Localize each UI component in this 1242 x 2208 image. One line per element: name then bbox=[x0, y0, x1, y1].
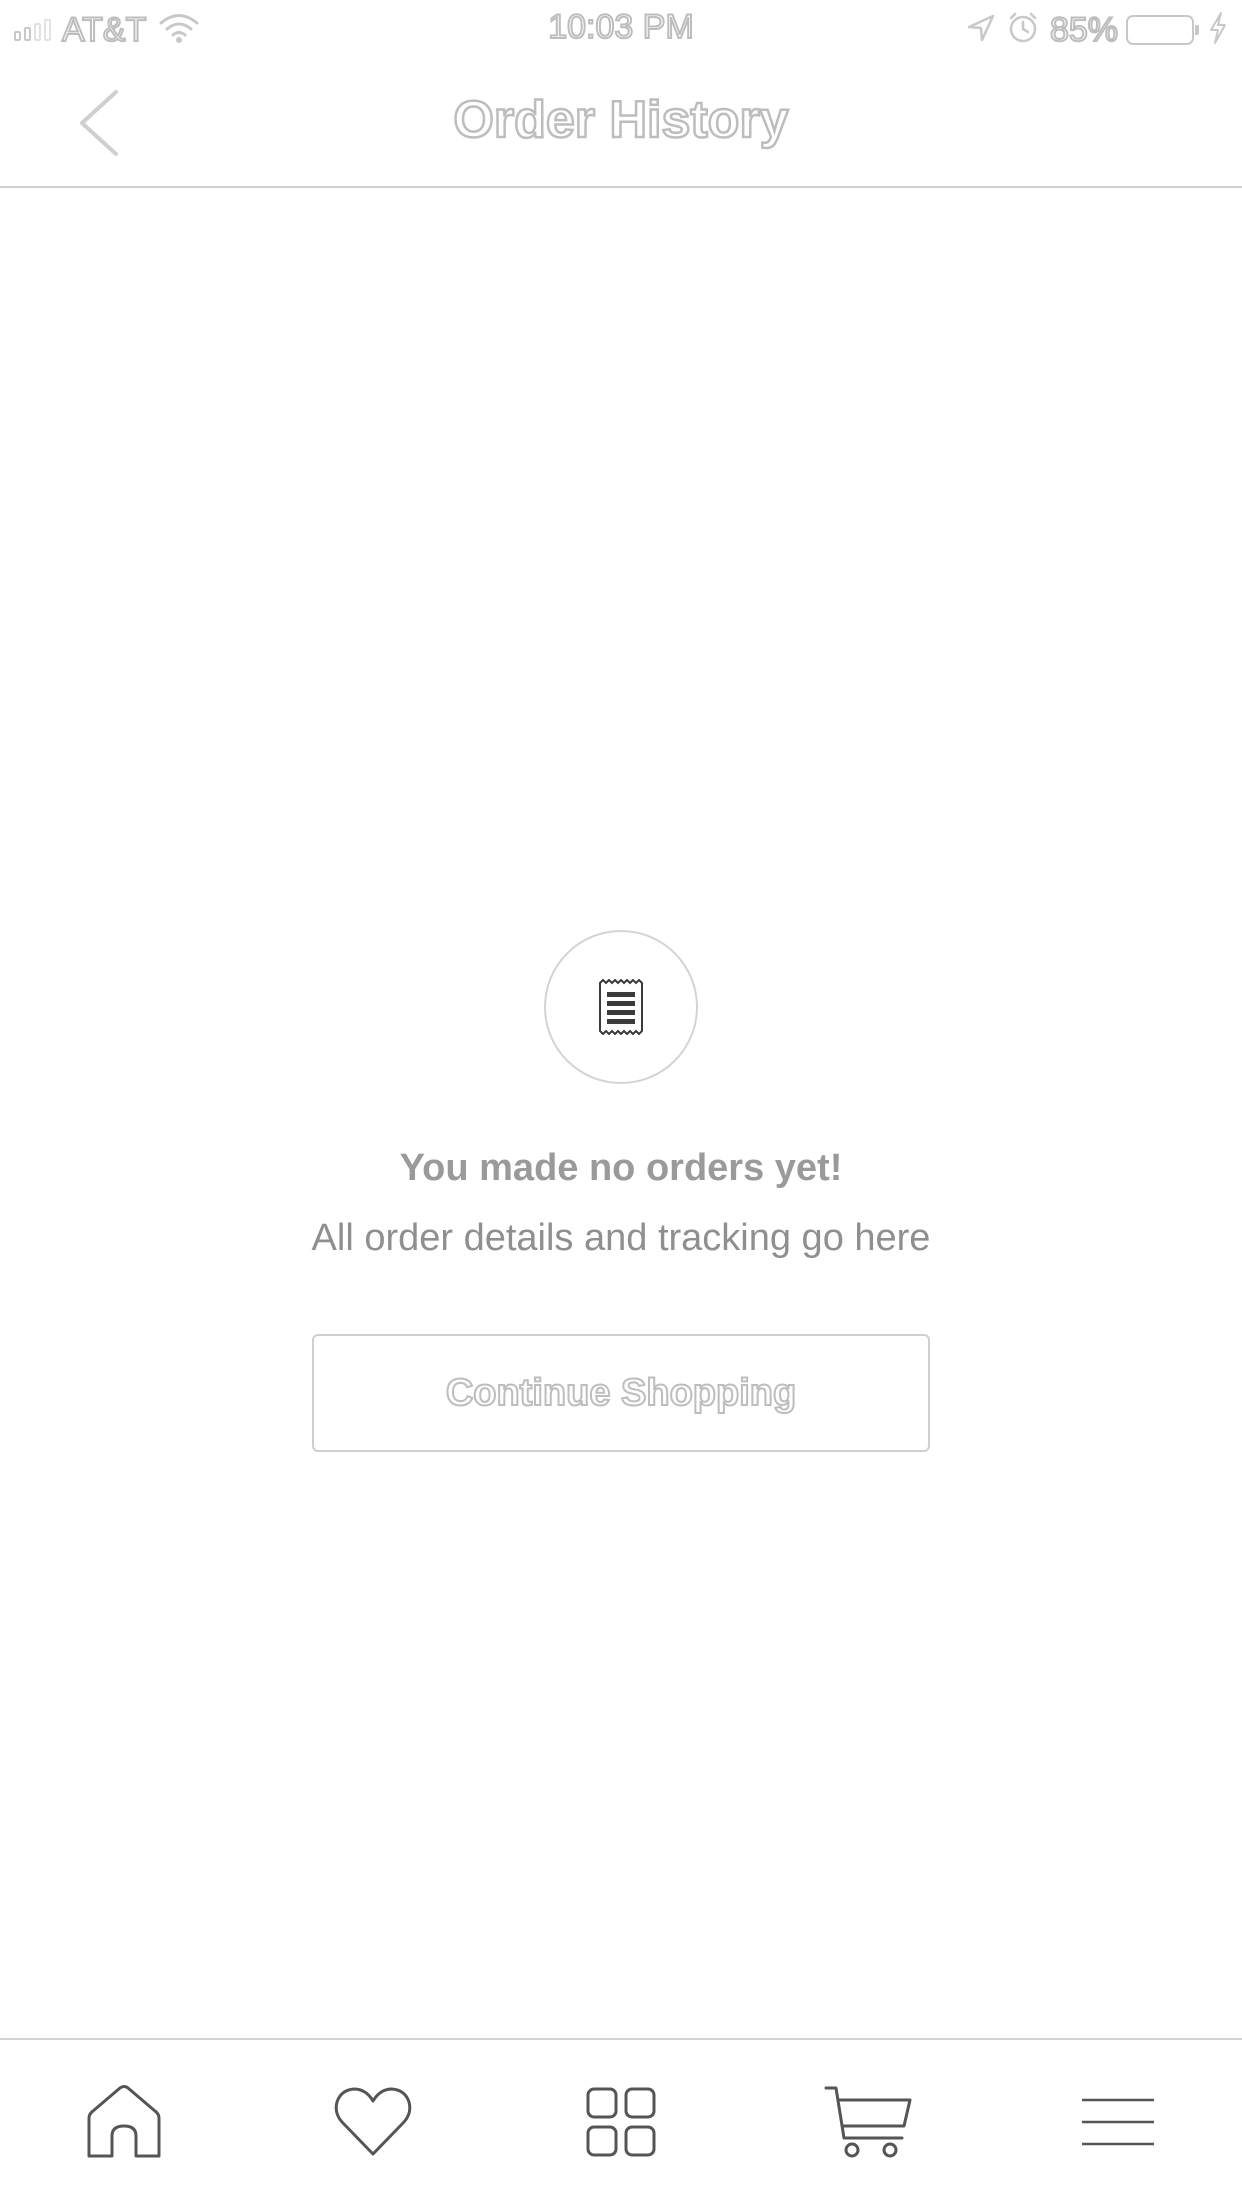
grid-icon bbox=[586, 2087, 656, 2157]
charging-icon bbox=[1208, 11, 1228, 50]
empty-state: You made no orders yet! All order detail… bbox=[0, 930, 1242, 1452]
menu-icon bbox=[1081, 2098, 1154, 2146]
receipt-icon-container bbox=[544, 930, 698, 1084]
tab-favorites[interactable] bbox=[303, 2062, 443, 2182]
home-icon bbox=[87, 2085, 161, 2158]
status-right: 85% bbox=[966, 8, 1228, 52]
tab-menu[interactable] bbox=[1048, 2062, 1188, 2182]
receipt-icon bbox=[599, 979, 643, 1035]
tab-cart[interactable] bbox=[799, 2062, 939, 2182]
cart-icon bbox=[824, 2086, 912, 2158]
empty-subtitle: All order details and tracking go here bbox=[311, 1217, 931, 1259]
location-icon bbox=[966, 13, 996, 48]
status-bar: AT&T 10:03 PM 85% bbox=[0, 0, 1242, 60]
tab-home[interactable] bbox=[54, 2062, 194, 2182]
battery-percent: 85% bbox=[1049, 10, 1119, 50]
heart-icon bbox=[334, 2087, 411, 2156]
empty-title: You made no orders yet! bbox=[399, 1147, 843, 1189]
tab-bar bbox=[0, 2038, 1242, 2208]
nav-bar: Order History bbox=[0, 60, 1242, 188]
page-title: Order History bbox=[452, 90, 790, 151]
battery-icon bbox=[1126, 15, 1199, 45]
continue-shopping-button[interactable]: Continue Shopping bbox=[312, 1334, 930, 1452]
tab-categories[interactable] bbox=[551, 2062, 691, 2182]
alarm-icon bbox=[1006, 11, 1040, 50]
